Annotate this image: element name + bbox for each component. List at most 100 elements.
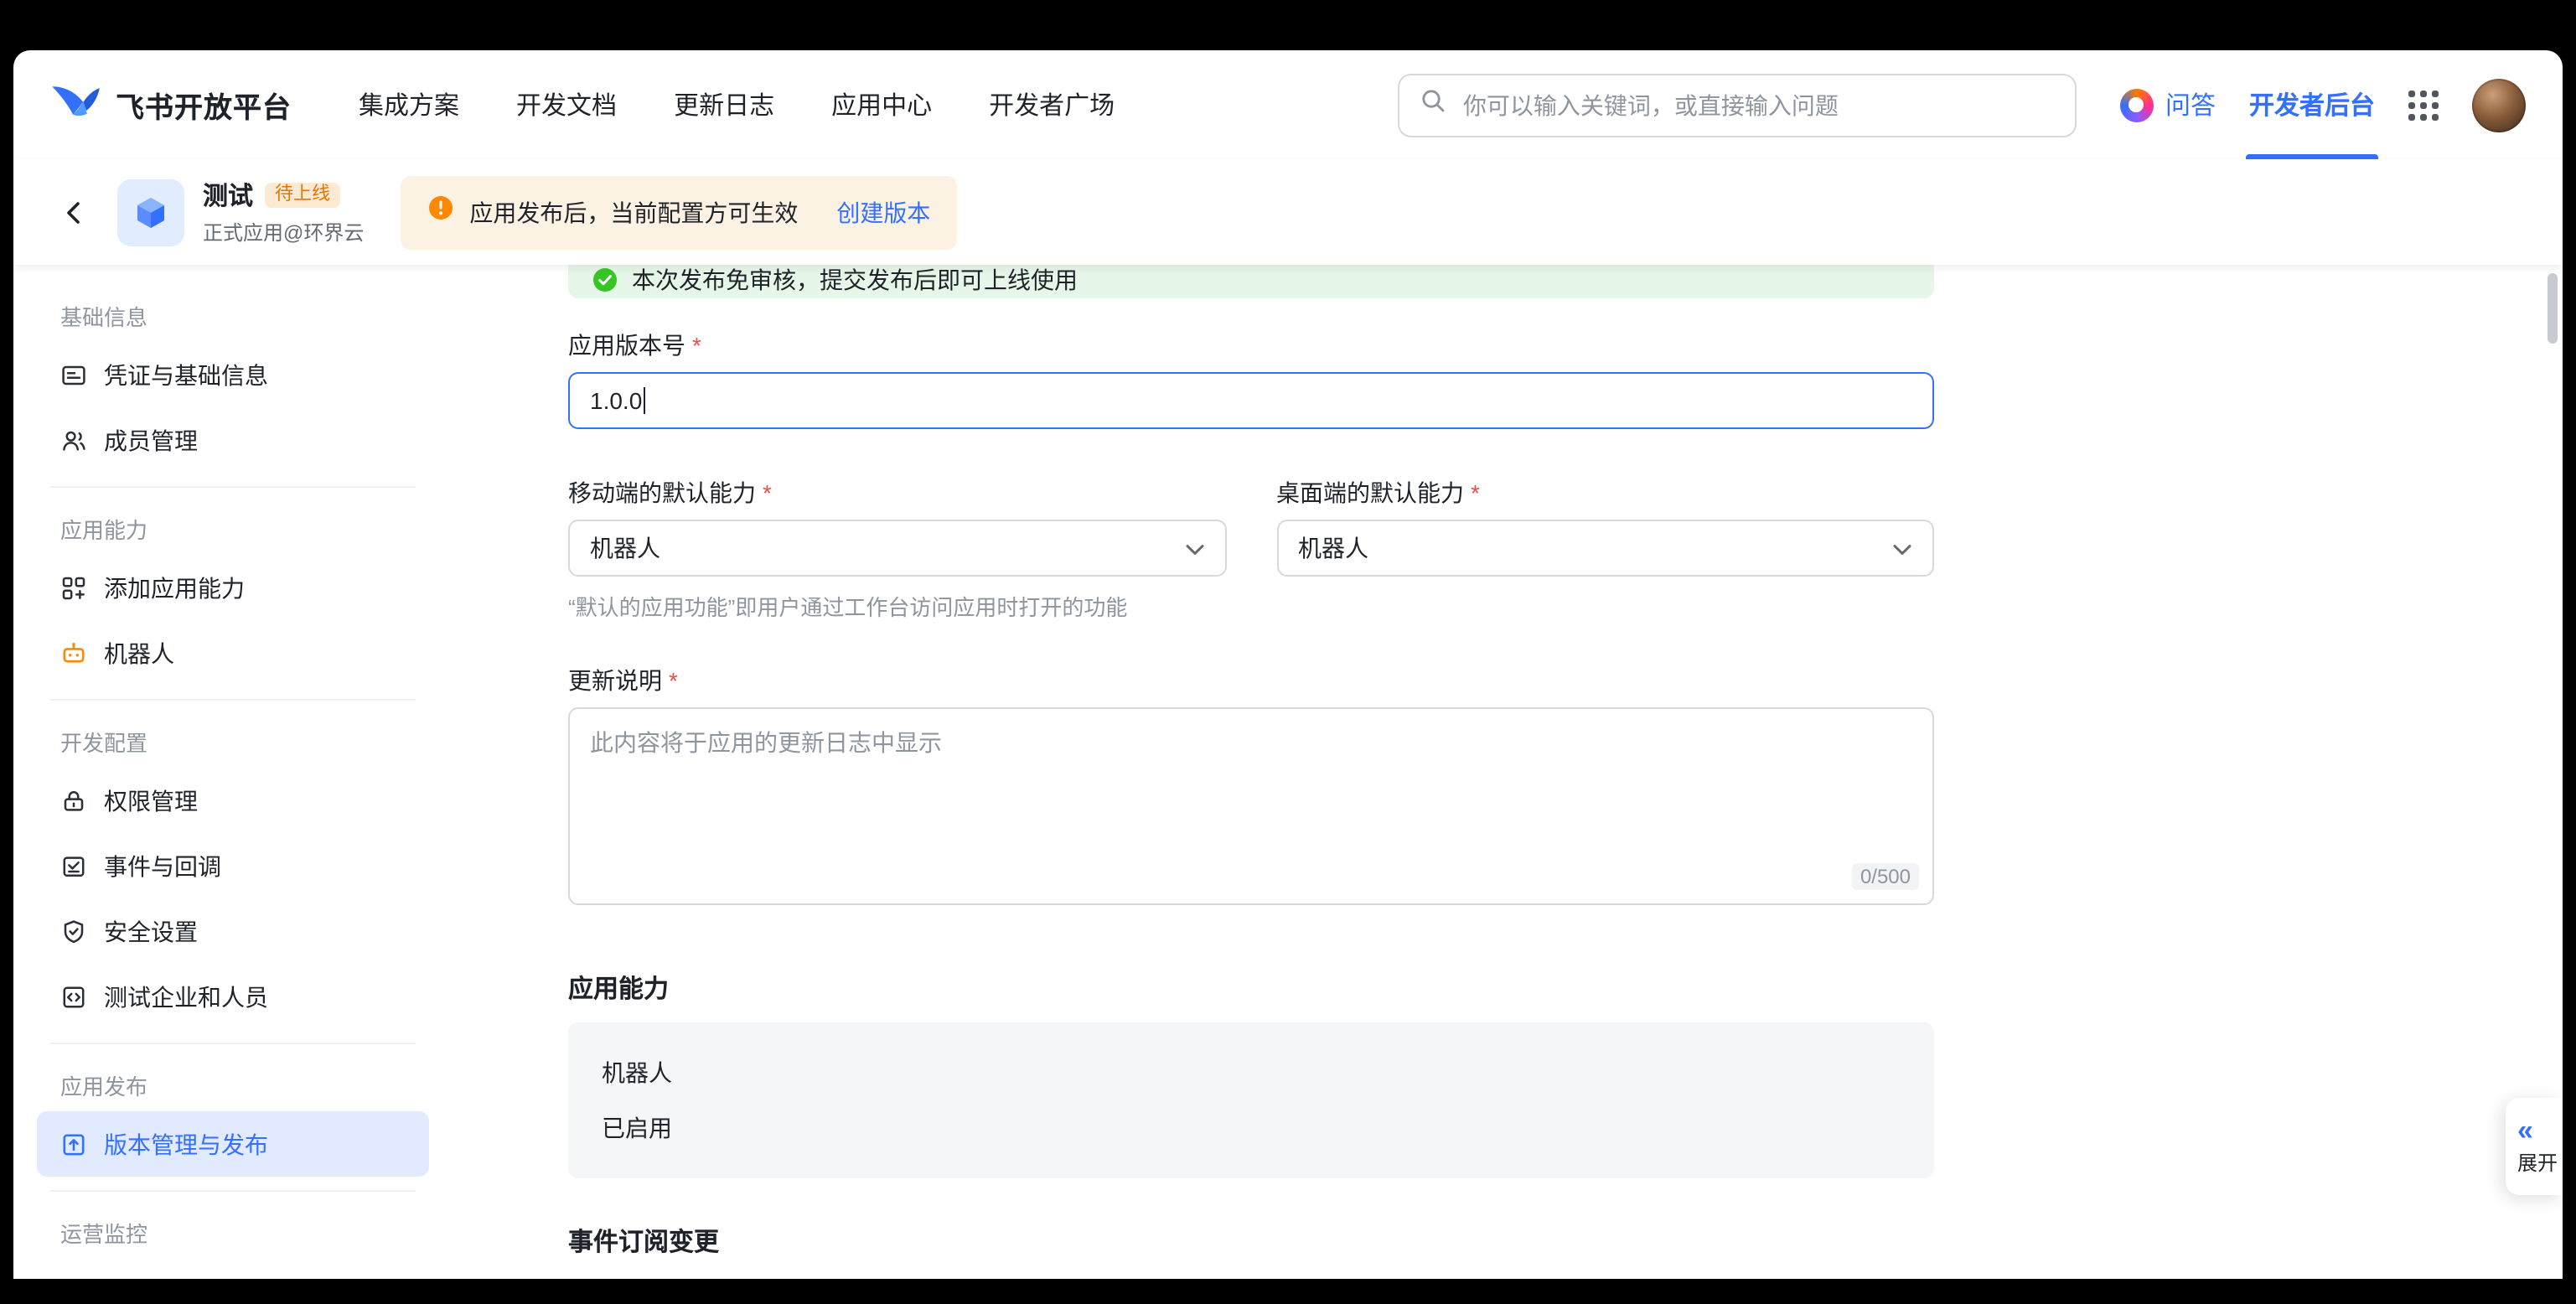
sidebar-section-basic: 基础信息 凭证与基础信息 <box>37 288 429 473</box>
scrollbar-thumb[interactable] <box>2548 273 2558 344</box>
notice-text: 应用发布后，当前配置方可生效 <box>469 195 798 229</box>
success-check-icon <box>592 266 618 298</box>
sidebar-item-permissions[interactable]: 权限管理 <box>37 768 429 833</box>
brand[interactable]: 飞书开放平台 <box>50 79 292 131</box>
app-info: 测试 待上线 正式应用@环界云 <box>203 178 364 246</box>
text-cursor <box>644 387 645 414</box>
sidebar-item-label: 成员管理 <box>104 423 198 457</box>
app-name: 测试 <box>203 178 253 213</box>
version-input[interactable]: 1.0.0 <box>568 372 1934 429</box>
publish-arrow-icon <box>60 1131 87 1157</box>
app-icon <box>117 179 184 246</box>
top-nav: 飞书开放平台 集成方案 开发文档 更新日志 应用中心 开发者广场 <box>13 50 2563 159</box>
mobile-capability-select[interactable]: 机器人 <box>568 520 1226 577</box>
sidebar-item-label: 事件与回调 <box>104 849 221 882</box>
sidebar-item-version-release[interactable]: 版本管理与发布 <box>37 1111 429 1177</box>
chevron-down-icon <box>1184 535 1204 561</box>
version-value: 1.0.0 <box>590 387 642 414</box>
main-content: 本次发布免审核，提交发布后即可上线使用 应用版本号 * 1.0.0 移动端的默 <box>442 265 2563 1279</box>
primary-nav: 集成方案 开发文档 更新日志 应用中心 开发者广场 <box>359 87 1115 122</box>
sidebar-item-add-capability[interactable]: 添加应用能力 <box>37 555 429 620</box>
mobile-capability-field: 移动端的默认能力 * 机器人 <box>568 476 1226 577</box>
expand-panel-button[interactable]: « 展开 <box>2506 1098 2563 1195</box>
header-actions: 问答 开发者后台 <box>2120 50 2526 159</box>
expand-label: 展开 <box>2517 1148 2558 1177</box>
section-label: 运营监控 <box>37 1205 429 1259</box>
sidebar-divider <box>50 1043 416 1044</box>
add-capability-icon <box>60 574 87 601</box>
default-capability-row: 移动端的默认能力 * 机器人 <box>568 476 1934 577</box>
mobile-capability-label: 移动端的默认能力 * <box>568 476 1226 510</box>
chevron-down-icon <box>1892 535 1912 561</box>
brand-title: 飞书开放平台 <box>116 84 292 126</box>
capability-status: 已启用 <box>602 1111 1901 1145</box>
double-chevron-left-icon: « <box>2517 1116 2533 1145</box>
apps-grid-icon[interactable] <box>2408 90 2439 120</box>
app-subtitle: 正式应用@环界云 <box>203 218 364 246</box>
section-label: 应用发布 <box>37 1058 429 1111</box>
nav-item-integrations[interactable]: 集成方案 <box>359 87 459 122</box>
desktop-capability-label-text: 桌面端的默认能力 <box>1276 476 1464 510</box>
update-notes-label-text: 更新说明 <box>568 664 662 697</box>
status-badge: 待上线 <box>265 183 340 208</box>
mobile-capability-value: 机器人 <box>590 531 660 565</box>
sidebar-item-label: 添加应用能力 <box>104 571 245 604</box>
avatar[interactable] <box>2472 78 2526 132</box>
sidebar-section-monitoring: 运营监控 <box>37 1205 429 1259</box>
capability-hint: “默认的应用功能”即用户通过工作台访问应用时打开的功能 <box>568 590 1934 620</box>
nav-item-dev-plaza[interactable]: 开发者广场 <box>989 87 1115 122</box>
qa-icon <box>2120 88 2154 122</box>
nav-item-app-center[interactable]: 应用中心 <box>831 87 932 122</box>
sidebar-section-release: 应用发布 版本管理与发布 <box>37 1058 429 1177</box>
sidebar-item-test-org[interactable]: 测试企业和人员 <box>37 964 429 1029</box>
required-mark: * <box>692 332 701 359</box>
update-notes-label: 更新说明 * <box>568 664 1934 697</box>
success-banner-text: 本次发布免审核，提交发布后即可上线使用 <box>632 265 1078 297</box>
update-notes-textarea[interactable] <box>570 709 1932 903</box>
back-button[interactable] <box>50 189 97 235</box>
desktop-capability-select[interactable]: 机器人 <box>1276 520 1934 577</box>
bot-icon <box>60 639 87 666</box>
create-version-link[interactable]: 创建版本 <box>836 195 930 229</box>
sidebar-item-security[interactable]: 安全设置 <box>37 898 429 964</box>
sidebar-divider <box>50 699 416 701</box>
app-header-bar: 测试 待上线 正式应用@环界云 应用发布后，当前配置方可生效 创建版本 <box>13 159 2563 265</box>
required-mark: * <box>669 667 678 694</box>
sidebar-item-bot[interactable]: 机器人 <box>37 620 429 686</box>
nav-item-docs[interactable]: 开发文档 <box>516 87 617 122</box>
sidebar-divider <box>50 1190 416 1192</box>
update-notes-field: 0/500 <box>568 707 1934 905</box>
members-icon <box>60 427 87 453</box>
code-brackets-icon <box>60 983 87 1010</box>
required-mark: * <box>1471 479 1480 506</box>
sidebar-section-dev-config: 开发配置 权限管理 <box>37 714 429 1029</box>
sidebar-divider <box>50 486 416 488</box>
capability-summary-box: 机器人 已启用 <box>568 1022 1934 1178</box>
tab-developer-console[interactable]: 开发者后台 <box>2249 50 2375 159</box>
sidebar-item-label: 机器人 <box>104 636 174 670</box>
capability-name: 机器人 <box>602 1056 1901 1089</box>
char-counter: 0/500 <box>1852 863 1919 890</box>
qa-label: 问答 <box>2165 87 2216 122</box>
section-label: 基础信息 <box>37 288 429 342</box>
warning-icon <box>427 194 454 230</box>
version-label-text: 应用版本号 <box>568 329 685 362</box>
credential-icon <box>60 361 87 388</box>
permission-lock-icon <box>60 787 87 814</box>
mobile-capability-label-text: 移动端的默认能力 <box>568 476 756 510</box>
global-search[interactable] <box>1398 73 2077 137</box>
sidebar-item-events[interactable]: 事件与回调 <box>37 833 429 898</box>
sidebar: 基础信息 凭证与基础信息 <box>13 265 442 1279</box>
version-label: 应用版本号 * <box>568 329 1934 362</box>
sidebar-item-label: 权限管理 <box>104 784 198 817</box>
sidebar-item-credentials[interactable]: 凭证与基础信息 <box>37 342 429 407</box>
event-section-title: 事件订阅变更 <box>568 1222 1934 1259</box>
nav-item-changelog[interactable]: 更新日志 <box>674 87 774 122</box>
publish-notice-banner: 应用发布后，当前配置方可生效 创建版本 <box>401 175 957 249</box>
qa-button[interactable]: 问答 <box>2120 87 2216 122</box>
sidebar-item-members[interactable]: 成员管理 <box>37 407 429 473</box>
search-input[interactable] <box>1460 90 2055 120</box>
screen: 飞书开放平台 集成方案 开发文档 更新日志 应用中心 开发者广场 <box>0 0 2576 1304</box>
search-icon <box>1420 87 1446 122</box>
desktop-capability-label: 桌面端的默认能力 * <box>1276 476 1934 510</box>
